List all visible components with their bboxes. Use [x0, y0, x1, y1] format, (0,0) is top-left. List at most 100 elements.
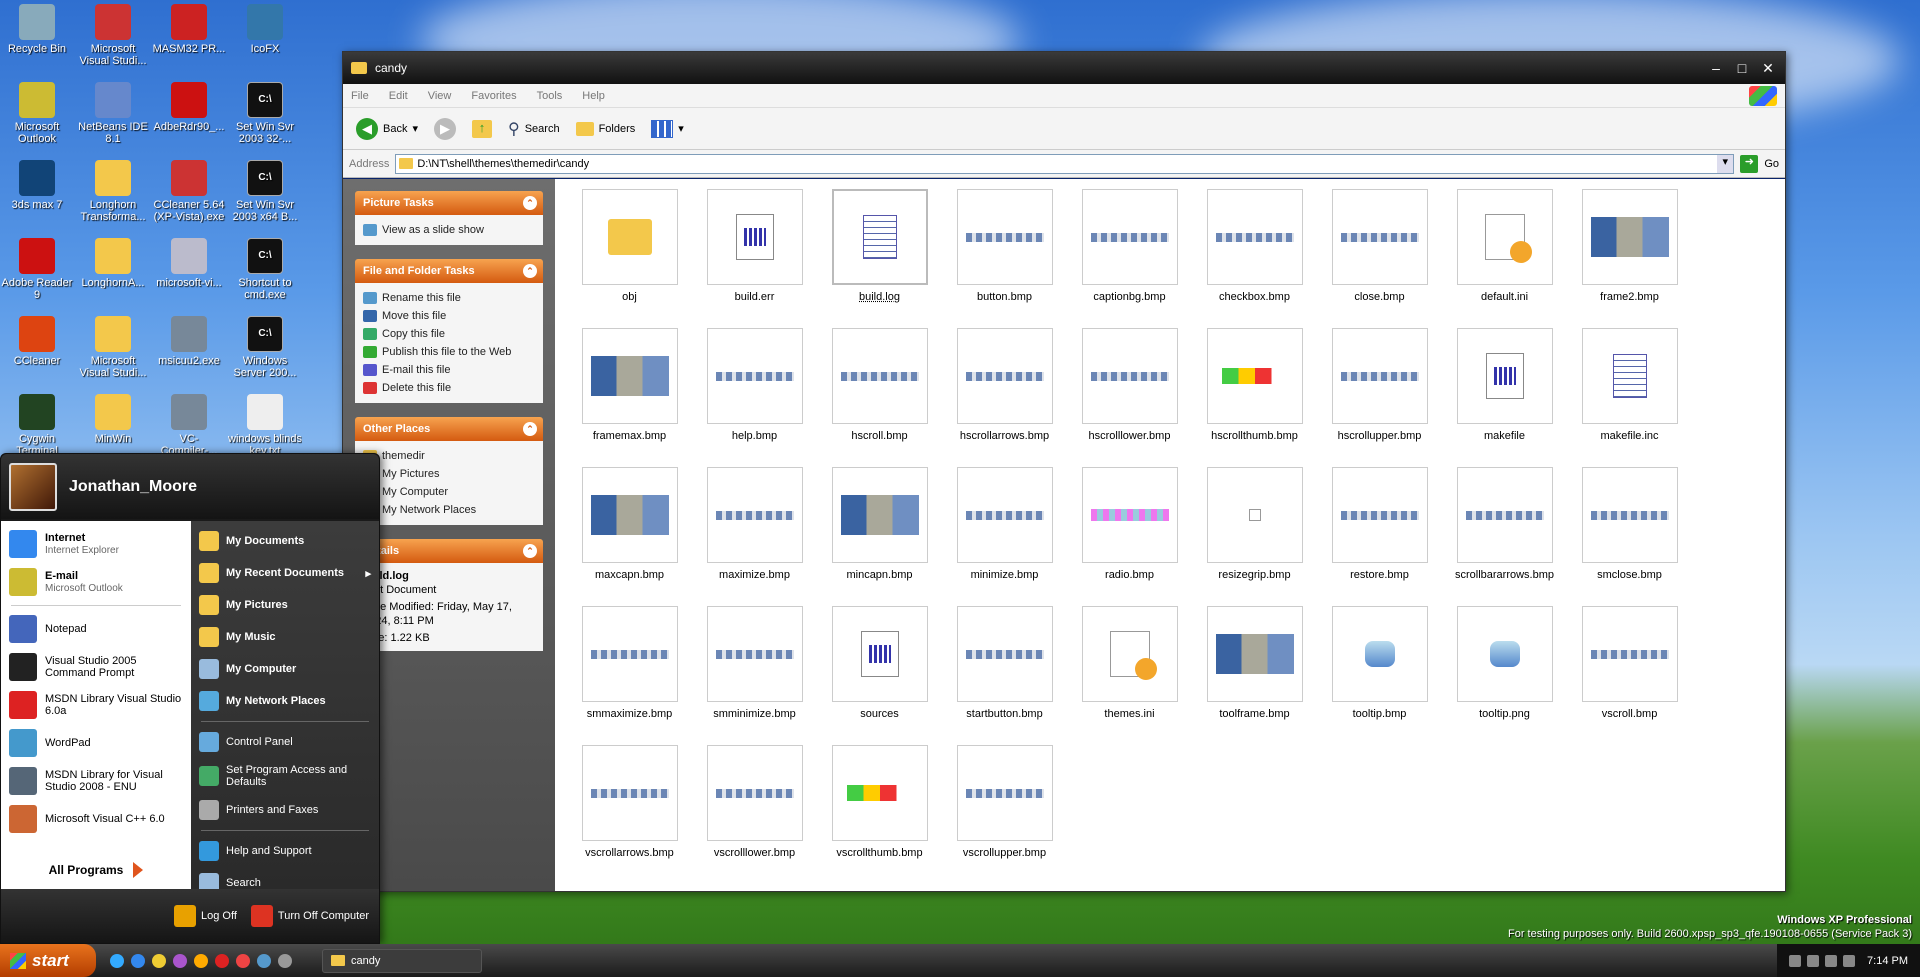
all-programs-button[interactable]: All Programs [1, 851, 191, 889]
title-bar[interactable]: candy – □ ✕ [343, 52, 1785, 84]
file-thumbnail[interactable] [581, 328, 678, 424]
file-thumbnail[interactable] [1331, 467, 1428, 563]
file-thumbnail[interactable] [831, 328, 928, 424]
file-item[interactable]: checkbox.bmp [1192, 189, 1317, 328]
file-item[interactable]: themes.ini [1067, 606, 1192, 745]
desktop-icon[interactable]: MASM32 PR... [152, 4, 226, 55]
file-item[interactable]: makefile [1442, 328, 1567, 467]
file-thumbnail[interactable] [1581, 467, 1678, 563]
file-thumbnail[interactable] [581, 189, 678, 285]
file-item[interactable]: toolframe.bmp [1192, 606, 1317, 745]
desktop-icon[interactable]: Microsoft Visual Studi... [76, 316, 150, 379]
collapse-icon[interactable]: ⌃ [523, 544, 537, 558]
my-network-places-link[interactable]: My Network Places [363, 501, 535, 519]
file-thumbnail[interactable] [706, 606, 803, 702]
recent-program[interactable]: Microsoft Visual C++ 6.0 [5, 800, 187, 838]
file-thumbnail[interactable] [1206, 606, 1303, 702]
desktop-icon[interactable]: Adobe Reader 9 [0, 238, 74, 301]
file-item[interactable]: hscrollarrows.bmp [942, 328, 1067, 467]
start-menu-my-recent-documents[interactable]: My Recent Documents ▸ [195, 557, 375, 589]
file-thumbnail[interactable] [1581, 189, 1678, 285]
file-thumbnail[interactable] [1206, 328, 1303, 424]
file-item[interactable]: startbutton.bmp [942, 606, 1067, 745]
file-item[interactable]: maxcapn.bmp [567, 467, 692, 606]
menu-favorites[interactable]: Favorites [471, 90, 516, 102]
desktop-icon[interactable]: Longhorn Transforma... [76, 160, 150, 223]
internet-item[interactable]: Internet Internet Explorer [5, 525, 187, 563]
start-button[interactable]: start [0, 944, 96, 977]
up-folder-button[interactable]: ↑ [467, 117, 497, 141]
file-item[interactable]: tooltip.bmp [1317, 606, 1442, 745]
start-menu-my-documents[interactable]: My Documents [195, 525, 375, 557]
file-thumbnail[interactable] [1081, 328, 1178, 424]
file-item[interactable]: build.log [817, 189, 942, 328]
file-thumbnail[interactable] [1581, 328, 1678, 424]
file-item[interactable]: help.bmp [692, 328, 817, 467]
file-thumbnail[interactable] [956, 328, 1053, 424]
recent-program[interactable]: Visual Studio 2005 Command Prompt [5, 648, 187, 686]
file-thumbnail[interactable] [706, 467, 803, 563]
menu-file[interactable]: File [351, 90, 369, 102]
quick-launch-icon[interactable] [257, 953, 271, 968]
desktop-icon[interactable]: microsoft-vi... [152, 238, 226, 289]
file-thumbnail[interactable] [1456, 328, 1553, 424]
recent-program[interactable]: WordPad [5, 724, 187, 762]
file-item[interactable]: smminimize.bmp [692, 606, 817, 745]
file-thumbnail[interactable] [956, 189, 1053, 285]
copy-link[interactable]: Copy this file [363, 325, 535, 343]
file-thumbnail[interactable] [581, 745, 678, 841]
file-thumbnail[interactable] [1331, 189, 1428, 285]
menu-help[interactable]: Help [582, 90, 605, 102]
email-item[interactable]: E-mail Microsoft Outlook [5, 563, 187, 601]
file-item[interactable]: button.bmp [942, 189, 1067, 328]
desktop-icon[interactable]: Recycle Bin [0, 4, 74, 55]
desktop-icon[interactable]: CCleaner 5.64 (XP-Vista).exe [152, 160, 226, 223]
slideshow-link[interactable]: View as a slide show [363, 221, 535, 239]
file-item[interactable]: vscroll.bmp [1567, 606, 1692, 745]
file-item[interactable]: sources [817, 606, 942, 745]
file-item[interactable]: restore.bmp [1317, 467, 1442, 606]
file-thumbnail[interactable] [1331, 328, 1428, 424]
quick-launch-icon[interactable] [173, 953, 187, 968]
file-item[interactable]: resizegrip.bmp [1192, 467, 1317, 606]
quick-launch-icon[interactable] [110, 953, 124, 968]
desktop-icon[interactable]: Microsoft Visual Studi... [76, 4, 150, 67]
desktop-icon[interactable]: msicuu2.exe [152, 316, 226, 367]
file-thumbnail[interactable] [1081, 189, 1178, 285]
taskbar-button-candy[interactable]: candy [322, 948, 482, 973]
start-menu-my-computer[interactable]: My Computer [195, 653, 375, 685]
my-computer-link[interactable]: My Computer [363, 483, 535, 501]
file-thumbnail[interactable] [956, 467, 1053, 563]
file-thumbnail[interactable] [1081, 606, 1178, 702]
panel-header[interactable]: Other Places ⌃ [355, 417, 543, 441]
file-thumbnail[interactable] [581, 606, 678, 702]
file-thumbnail[interactable] [831, 745, 928, 841]
file-thumbnail[interactable] [1456, 467, 1553, 563]
collapse-icon[interactable]: ⌃ [523, 422, 537, 436]
file-item[interactable]: tooltip.png [1442, 606, 1567, 745]
desktop-icon[interactable]: NetBeans IDE 8.1 [76, 82, 150, 145]
close-button[interactable]: ✕ [1757, 58, 1779, 78]
avatar[interactable] [9, 462, 57, 511]
file-thumbnail[interactable] [706, 745, 803, 841]
recent-program[interactable]: Notepad [5, 610, 187, 648]
file-item[interactable]: vscrollthumb.bmp [817, 745, 942, 884]
file-item[interactable]: mincapn.bmp [817, 467, 942, 606]
file-item[interactable]: framemax.bmp [567, 328, 692, 467]
go-button[interactable]: Go [1764, 158, 1779, 170]
file-thumbnail[interactable] [706, 328, 803, 424]
desktop-icon[interactable]: Cygwin Terminal [0, 394, 74, 457]
delete-link[interactable]: Delete this file [363, 379, 535, 397]
my-pictures-link[interactable]: My Pictures [363, 465, 535, 483]
file-item[interactable]: scrollbararrows.bmp [1442, 467, 1567, 606]
file-item[interactable]: frame2.bmp [1567, 189, 1692, 328]
file-thumbnail[interactable] [956, 606, 1053, 702]
volume-icon[interactable] [1825, 954, 1838, 967]
dropdown-icon[interactable]: ▾ [1717, 154, 1734, 173]
panel-header[interactable]: File and Folder Tasks ⌃ [355, 259, 543, 283]
file-thumbnail[interactable] [1456, 606, 1553, 702]
file-item[interactable]: default.ini [1442, 189, 1567, 328]
back-button[interactable]: ◀ Back ▾ [351, 115, 423, 143]
go-arrow-icon[interactable]: ➜ [1740, 154, 1759, 173]
file-thumbnail[interactable] [831, 189, 928, 285]
